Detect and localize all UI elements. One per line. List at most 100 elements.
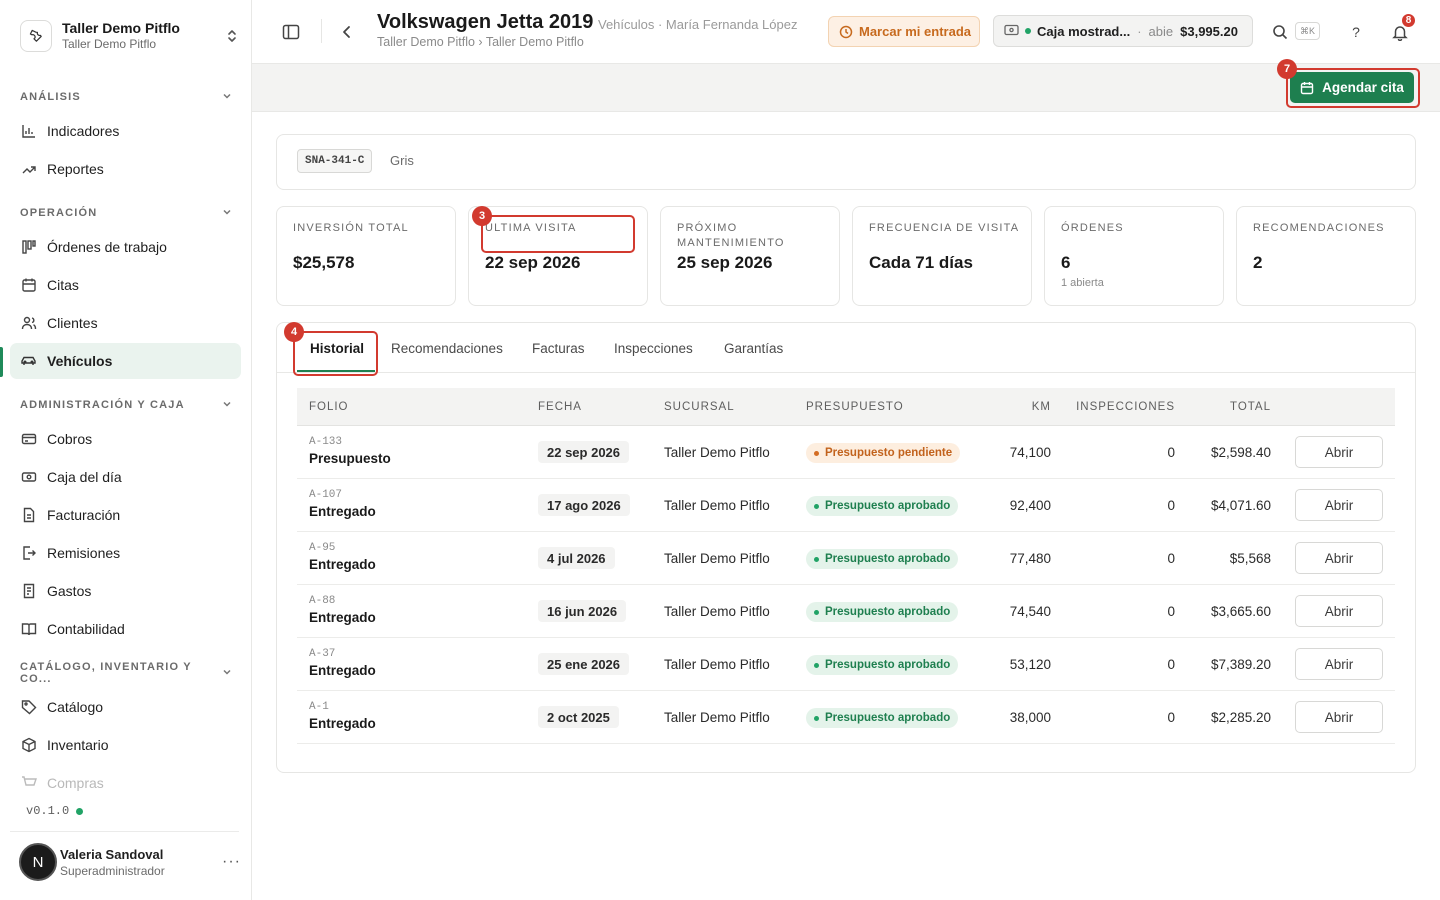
tag-icon xyxy=(20,699,37,716)
stat-card-next-maintenance: PRÓXIMO MANTENIMIENTO 25 sep 2026 xyxy=(660,206,840,306)
sidebar-item-clientes[interactable]: Clientes xyxy=(10,305,241,341)
section-administracion[interactable]: ADMINISTRACIÓN Y CAJA xyxy=(20,396,232,414)
open-order-button[interactable]: Abrir xyxy=(1295,436,1383,468)
trend-icon xyxy=(20,161,37,178)
sidebar-item-ordenes[interactable]: Órdenes de trabajo xyxy=(10,229,241,265)
sidebar-item-vehiculos[interactable]: Vehículos xyxy=(10,343,241,379)
action-bar: Agendar cita xyxy=(252,64,1440,112)
order-status: Entregado xyxy=(309,663,376,678)
order-status: Entregado xyxy=(309,716,376,731)
order-date: 16 jun 2026 xyxy=(538,600,627,622)
active-indicator xyxy=(0,347,3,377)
table-row[interactable]: A-95 Entregado 4 jul 2026 Taller Demo Pitfl… xyxy=(297,532,1395,585)
stat-card-orders: ÓRDENES 6 1 abierta xyxy=(1044,206,1224,306)
workspace-subtitle: Taller Demo Pitflo xyxy=(62,37,157,51)
sidebar-item-gastos[interactable]: Gastos xyxy=(10,573,241,609)
table-row[interactable]: A-107 Entregado 17 ago 2026 Taller Demo Pit… xyxy=(297,479,1395,532)
sidebar-item-catalogo[interactable]: Catálogo xyxy=(10,689,241,725)
stat-value: $25,578 xyxy=(293,253,355,272)
user-menu[interactable]: N Valeria Sandoval Superadministrador ··… xyxy=(19,842,241,882)
sidebar-item-label: Catálogo xyxy=(47,699,104,715)
branch-name: Taller Demo Pitflo xyxy=(664,710,770,725)
stat-label: PRÓXIMO MANTENIMIENTO xyxy=(677,222,785,249)
budget-status-label: Presupuesto aprobado xyxy=(825,712,951,724)
sidebar-item-inventario[interactable]: Inventario xyxy=(10,727,241,763)
status-dot xyxy=(814,715,819,721)
sidebar-item-facturacion[interactable]: Facturación xyxy=(10,497,241,533)
breadcrumb[interactable]: Taller Demo Pitflo › Taller Demo Pitflo xyxy=(377,35,584,49)
status-dot xyxy=(814,609,819,615)
open-order-button[interactable]: Abrir xyxy=(1295,542,1383,574)
cash-register-status: abie xyxy=(1148,23,1174,39)
open-order-button[interactable]: Abrir xyxy=(1295,595,1383,627)
tab-garantias[interactable]: Garantías xyxy=(724,341,783,356)
table-row[interactable]: A-37 Entregado 25 ene 2026 Taller Demo Pitf… xyxy=(297,638,1395,691)
table-row[interactable]: A-133 Presupuesto 22 sep 2026 Taller Demo P… xyxy=(297,426,1395,479)
sidebar-item-label: Reportes xyxy=(47,161,104,177)
more-icon[interactable]: ··· xyxy=(222,853,241,871)
table-row[interactable]: A-88 Entregado 16 jun 2026 Taller Demo Pitf… xyxy=(297,585,1395,638)
calendar-icon xyxy=(20,277,37,294)
section-catalogo[interactable]: CATÁLOGO, INVENTARIO Y CO... xyxy=(20,661,232,685)
open-order-button[interactable]: Abrir xyxy=(1295,701,1383,733)
sidebar-item-compras[interactable]: Compras xyxy=(10,765,241,801)
section-operacion[interactable]: OPERACIÓN xyxy=(20,204,232,222)
sidebar-item-contabilidad[interactable]: Contabilidad xyxy=(10,611,241,647)
tab-inspecciones[interactable]: Inspecciones xyxy=(614,341,693,356)
clock-in-label: Marcar mi entrada xyxy=(859,24,971,39)
workspace-name: Taller Demo Pitflo xyxy=(62,20,180,36)
budget-status-badge: Presupuesto aprobado xyxy=(806,549,959,569)
clock-icon xyxy=(839,25,853,39)
sidebar-item-cobros[interactable]: Cobros xyxy=(10,421,241,457)
mileage: 74,100 xyxy=(1009,445,1051,460)
table-row[interactable]: A-1 Entregado 2 oct 2025 Taller Demo Pitflo… xyxy=(297,691,1395,744)
section-analisis[interactable]: ANÁLISIS xyxy=(20,88,232,106)
column-header-inspecciones: INSPECCIONES xyxy=(1076,401,1175,413)
tab-facturas[interactable]: Facturas xyxy=(532,341,585,356)
sidebar-item-remisiones[interactable]: Remisiones xyxy=(10,535,241,571)
order-date: 17 ago 2026 xyxy=(538,494,630,516)
tab-historial[interactable]: Historial xyxy=(310,341,364,356)
search-icon[interactable] xyxy=(1266,18,1294,46)
vehicle-color: Gris xyxy=(390,153,414,168)
branch-name: Taller Demo Pitflo xyxy=(664,551,770,566)
receipt-icon xyxy=(20,583,37,600)
tab-recomendaciones[interactable]: Recomendaciones xyxy=(391,341,503,356)
mileage: 38,000 xyxy=(1009,710,1051,725)
cash-register-name: Caja mostrad... xyxy=(1037,23,1131,39)
help-icon[interactable]: ? xyxy=(1342,18,1370,46)
workspace-switcher[interactable]: Taller Demo Pitflo Taller Demo Pitflo xyxy=(20,16,242,56)
sidebar-item-label: Citas xyxy=(47,277,79,293)
sidebar-item-reportes[interactable]: Reportes xyxy=(10,151,241,187)
user-name: Valeria Sandoval xyxy=(60,846,164,862)
column-header-presupuesto: PRESUPUESTO xyxy=(806,401,904,413)
sidebar-item-caja[interactable]: Caja del día xyxy=(10,459,241,495)
inspection-count: 0 xyxy=(1167,604,1175,619)
sidebar-item-indicadores[interactable]: Indicadores xyxy=(10,113,241,149)
export-icon xyxy=(20,545,37,562)
cash-register-selector[interactable]: Caja mostrad... · abie $3,995.20 xyxy=(993,15,1253,47)
budget-status-label: Presupuesto aprobado xyxy=(825,659,951,671)
sidebar-item-citas[interactable]: Citas xyxy=(10,267,241,303)
column-header-km: KM xyxy=(1031,401,1051,413)
budget-status-badge: Presupuesto aprobado xyxy=(806,496,959,516)
sidebar-item-label: Contabilidad xyxy=(47,621,125,637)
bar-chart-icon xyxy=(20,123,37,140)
stat-card-recommendations: RECOMENDACIONES 2 xyxy=(1236,206,1416,306)
back-arrow-icon[interactable] xyxy=(333,18,361,46)
wrench-icon xyxy=(20,20,52,52)
clock-in-button[interactable]: Marcar mi entrada xyxy=(828,16,980,47)
status-dot xyxy=(814,450,819,456)
chevron-up-down-icon xyxy=(222,26,242,46)
order-date: 25 ene 2026 xyxy=(538,653,630,675)
sidebar-item-label: Indicadores xyxy=(47,123,120,139)
sidebar: Taller Demo Pitflo Taller Demo Pitflo AN… xyxy=(0,0,252,900)
chevron-down-icon xyxy=(222,207,232,220)
status-dot xyxy=(814,556,819,562)
schedule-appointment-button[interactable]: Agendar cita xyxy=(1290,72,1414,103)
sidebar-toggle-icon[interactable] xyxy=(277,18,305,46)
open-order-button[interactable]: Abrir xyxy=(1295,489,1383,521)
open-order-button[interactable]: Abrir xyxy=(1295,648,1383,680)
history-card: Historial Recomendaciones Facturas Inspe… xyxy=(276,322,1416,773)
stat-card-last-visit: ÚLTIMA VISITA 22 sep 2026 xyxy=(468,206,648,306)
